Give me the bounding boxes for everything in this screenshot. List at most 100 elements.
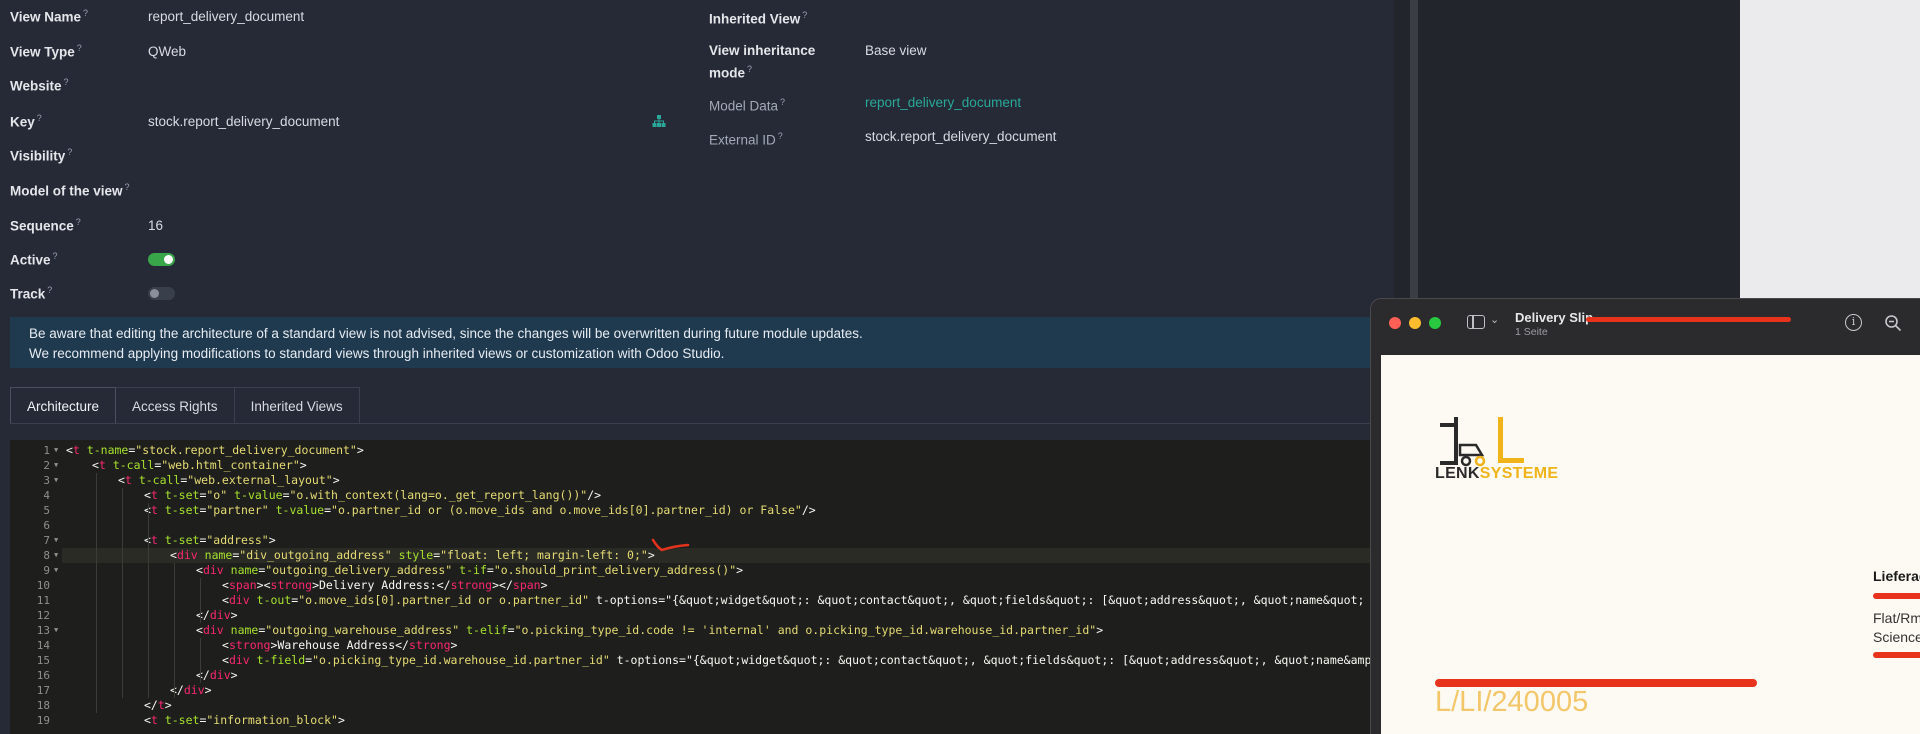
code-line[interactable]: </div> [196,608,238,622]
code-line[interactable]: <strong>Warehouse Address</strong> [222,638,457,652]
field-label: Key? [10,112,42,130]
code-line[interactable]: <t t-set="address"> [144,533,276,547]
code-editor[interactable]: 1 ▼ 2 ▼ 3 ▼ 4 5 6 7 ▼ 8 ▼ 9 ▼ 10 11 12 13 ▼ 14 15 16 17 18 19 <t … [10,440,1374,734]
chevron-down-icon[interactable]: ⌄ [1490,313,1499,326]
field-visibility: Visibility? [0,140,700,170]
help-icon[interactable]: ? [47,285,52,295]
help-icon[interactable]: ? [747,64,752,74]
alert-line-2: We recommend applying modifications to s… [29,346,725,361]
field-key: Key? stock.report_delivery_document [0,106,700,136]
inherited-view-label: Inherited View? [709,10,808,27]
fold-arrow-icon[interactable]: ▼ [54,461,58,469]
background-window-dark [1394,0,1740,298]
field-label: Active? [10,250,58,268]
lenksysteme-logo [1440,417,1524,467]
model-data-label: Model Data? [709,97,786,114]
tab-inherited-views[interactable]: Inherited Views [234,387,360,424]
help-icon[interactable]: ? [125,182,130,192]
tabs-divider [10,423,1394,424]
window-scrollbar[interactable] [1410,0,1418,298]
hierarchy-icon[interactable] [652,114,666,128]
code-line[interactable]: <t t-name="stock.report_delivery_documen… [66,443,364,457]
code-line[interactable]: </div> [170,683,212,697]
close-window-button[interactable] [1389,317,1401,329]
code-line[interactable]: <t t-set="o" t-value="o.with_context(lan… [144,488,601,502]
help-icon[interactable]: ? [780,97,785,107]
help-icon[interactable]: ? [802,10,807,20]
code-line[interactable]: </t> [144,698,172,712]
line-number: 6 [43,519,50,532]
alert-line-1: Be aware that editing the architecture o… [29,326,863,341]
active-toggle[interactable] [148,253,175,266]
line-number: 1 [43,444,50,457]
tab-architecture[interactable]: Architecture [10,387,117,424]
field-label: Track? [10,284,53,302]
model-data-link[interactable]: report_delivery_document [865,95,1021,110]
preview-window: ⌄ Delivery Slip - 1 Seite i LENKSYSTEME … [1370,298,1920,734]
line-number: 13 [36,624,50,637]
field-view-type: View Type? QWeb [0,36,700,66]
code-line[interactable]: <span><strong>Delivery Address:</strong>… [222,578,548,592]
indent-guide [122,488,123,698]
line-number: 12 [36,609,50,622]
code-line[interactable]: <t t-call="web.external_layout"> [118,473,340,487]
inheritance-mode-label: View inheritance mode? [709,43,816,81]
code-line[interactable]: <div t-field="o.picking_type_id.warehous… [222,653,1374,667]
line-number: 3 [43,474,50,487]
code-line[interactable]: <t t-set="partner" t-value="o.partner_id… [144,503,816,517]
zoom-search-icon[interactable] [1884,314,1902,332]
tab-access-rights[interactable]: Access Rights [116,387,235,424]
info-icon[interactable]: i [1845,314,1862,331]
code-line[interactable]: <div name="outgoing_warehouse_address" t… [196,623,1103,637]
field-track: Track? [0,278,700,308]
editor-gutter: 1 ▼ 2 ▼ 3 ▼ 4 5 6 7 ▼ 8 ▼ 9 ▼ 10 11 12 13 ▼ 14 15 16 17 18 19 [10,440,62,734]
field-value[interactable]: stock.report_delivery_document [148,114,339,129]
delivery-address-heading: Lieferad [1873,568,1920,584]
fold-arrow-icon[interactable]: ▼ [54,551,58,559]
code-line[interactable]: <div name="div_outgoing_address" style="… [170,548,655,562]
field-label: Model of the view? [10,181,130,199]
help-icon[interactable]: ? [64,77,69,87]
line-number: 2 [43,459,50,472]
fold-arrow-icon[interactable]: ▼ [54,566,58,574]
external-id-value[interactable]: stock.report_delivery_document [865,129,1056,144]
help-icon[interactable]: ? [83,8,88,18]
fold-arrow-icon[interactable]: ▼ [54,476,58,484]
active-toggle-wrap [148,253,175,269]
field-model: Model of the view? [0,175,700,205]
field-value[interactable]: QWeb [148,44,186,59]
help-icon[interactable]: ? [37,113,42,123]
zoom-window-button[interactable] [1429,317,1441,329]
line-number: 11 [36,594,50,607]
help-icon[interactable]: ? [778,131,783,141]
field-value[interactable]: 16 [148,218,163,233]
sidebar-toggle-icon[interactable] [1467,315,1485,329]
indent-guide [148,503,149,698]
help-icon[interactable]: ? [53,251,58,261]
field-label: View Type? [10,42,82,60]
line-number: 4 [43,489,50,502]
code-line[interactable]: <t t-set="information_block"> [144,713,345,727]
help-icon[interactable]: ? [77,43,82,53]
fold-arrow-icon[interactable]: ▼ [54,446,58,454]
help-icon[interactable]: ? [76,217,81,227]
minimize-window-button[interactable] [1409,317,1421,329]
code-line[interactable]: </div> [196,668,238,682]
warning-alert: Be aware that editing the architecture o… [10,317,1394,368]
fold-arrow-icon[interactable]: ▼ [54,536,58,544]
field-label: View Name? [10,7,89,25]
track-toggle[interactable] [148,287,175,300]
code-line[interactable]: <t t-call="web.html_container"> [92,458,307,472]
fold-arrow-icon[interactable]: ▼ [54,626,58,634]
help-icon[interactable]: ? [67,147,72,157]
background-window-light [1740,0,1920,298]
field-value[interactable]: report_delivery_document [148,9,304,24]
inheritance-mode-value[interactable]: Base view [865,43,927,58]
line-number: 9 [43,564,50,577]
line-number: 10 [36,579,50,592]
redaction-mark [1873,652,1920,658]
code-line[interactable]: <div t-out="o.move_ids[0].partner_id or … [222,593,1364,607]
code-line[interactable]: <div name="outgoing_delivery_address" t-… [196,563,743,577]
field-view-name: View Name? report_delivery_document [0,1,700,31]
line-number: 16 [36,669,50,682]
